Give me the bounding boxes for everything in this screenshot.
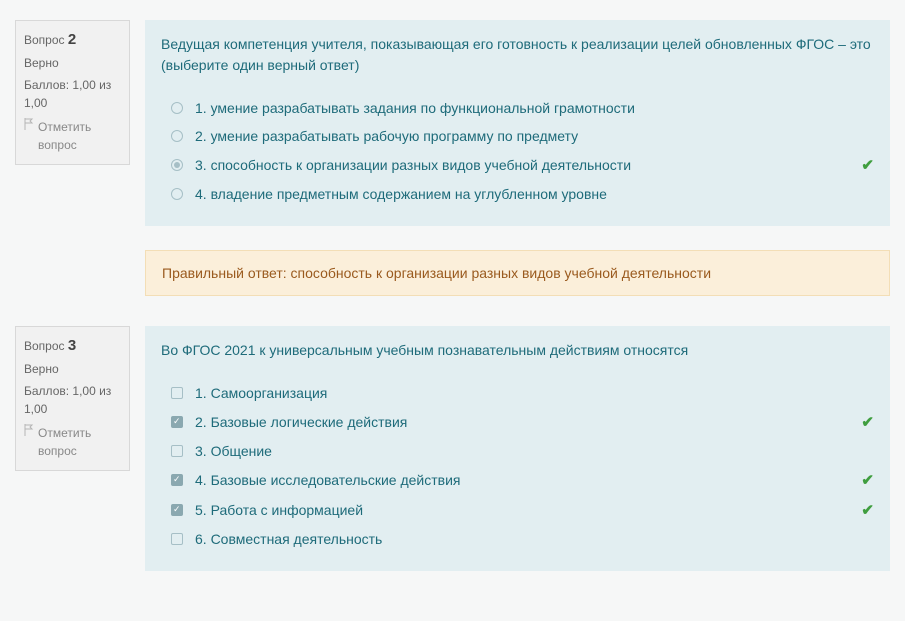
option-row[interactable]: 3. способность к организации разных видо… <box>161 150 874 180</box>
radio-icon <box>171 188 183 200</box>
option-label: 1. умение разрабатывать задания по функц… <box>195 100 635 116</box>
checkbox-icon <box>171 533 183 545</box>
question-status: Верно <box>24 54 121 72</box>
question-number: 2 <box>68 31 76 48</box>
option-label: 2. Базовые логические действия <box>195 414 407 430</box>
flag-question-link[interactable]: Отметить вопрос <box>24 424 121 460</box>
checkbox-icon <box>171 445 183 457</box>
checkbox-icon <box>171 504 183 516</box>
option-row[interactable]: 2. Базовые логические действия ✔ <box>161 407 874 437</box>
question-content: Ведущая компетенция учителя, показывающа… <box>145 20 890 296</box>
option-row[interactable]: 1. умение разрабатывать задания по функц… <box>161 94 874 122</box>
question-marks: Баллов: 1,00 из 1,00 <box>24 382 121 418</box>
question-marks: Баллов: 1,00 из 1,00 <box>24 76 121 112</box>
option-label: 1. Самоорганизация <box>195 385 327 401</box>
option-row[interactable]: 4. владение предметным содержанием на уг… <box>161 180 874 208</box>
question-block: Вопрос 3 Верно Баллов: 1,00 из 1,00 Отме… <box>15 326 890 571</box>
option-row[interactable]: 3. Общение <box>161 437 874 465</box>
check-icon: ✔ <box>861 501 874 519</box>
option-label: 6. Совместная деятельность <box>195 531 382 547</box>
question-panel: Во ФГОС 2021 к универсальным учебным поз… <box>145 326 890 571</box>
option-label: 2. умение разрабатывать рабочую программ… <box>195 128 578 144</box>
flag-icon <box>24 118 34 130</box>
flag-icon <box>24 424 34 436</box>
question-text: Во ФГОС 2021 к универсальным учебным поз… <box>161 340 874 361</box>
flag-question-link[interactable]: Отметить вопрос <box>24 118 121 154</box>
question-info-box: Вопрос 2 Верно Баллов: 1,00 из 1,00 Отме… <box>15 20 130 165</box>
option-label: 5. Работа с информацией <box>195 502 363 518</box>
check-icon: ✔ <box>861 156 874 174</box>
question-text: Ведущая компетенция учителя, показывающа… <box>161 34 874 76</box>
option-row[interactable]: 1. Самоорганизация <box>161 379 874 407</box>
check-icon: ✔ <box>861 413 874 431</box>
flag-text: Отметить вопрос <box>38 424 121 460</box>
question-status: Верно <box>24 360 121 378</box>
checkbox-icon <box>171 416 183 428</box>
option-row[interactable]: 6. Совместная деятельность <box>161 525 874 553</box>
radio-icon <box>171 159 183 171</box>
question-number-line: Вопрос 2 <box>24 29 121 52</box>
question-label: Вопрос <box>24 33 65 47</box>
option-row[interactable]: 5. Работа с информацией ✔ <box>161 495 874 525</box>
option-row[interactable]: 4. Базовые исследовательские действия ✔ <box>161 465 874 495</box>
checkbox-icon <box>171 387 183 399</box>
radio-icon <box>171 102 183 114</box>
option-label: 4. Базовые исследовательские действия <box>195 472 460 488</box>
question-info-box: Вопрос 3 Верно Баллов: 1,00 из 1,00 Отме… <box>15 326 130 471</box>
option-row[interactable]: 2. умение разрабатывать рабочую программ… <box>161 122 874 150</box>
question-number-line: Вопрос 3 <box>24 335 121 358</box>
radio-icon <box>171 130 183 142</box>
feedback-panel: Правильный ответ: способность к организа… <box>145 250 890 296</box>
option-label: 3. Общение <box>195 443 272 459</box>
option-label: 4. владение предметным содержанием на уг… <box>195 186 607 202</box>
checkbox-icon <box>171 474 183 486</box>
question-block: Вопрос 2 Верно Баллов: 1,00 из 1,00 Отме… <box>15 20 890 296</box>
question-panel: Ведущая компетенция учителя, показывающа… <box>145 20 890 226</box>
option-label: 3. способность к организации разных видо… <box>195 157 631 173</box>
question-number: 3 <box>68 337 76 354</box>
question-content: Во ФГОС 2021 к универсальным учебным поз… <box>145 326 890 571</box>
check-icon: ✔ <box>861 471 874 489</box>
question-label: Вопрос <box>24 339 65 353</box>
flag-text: Отметить вопрос <box>38 118 121 154</box>
